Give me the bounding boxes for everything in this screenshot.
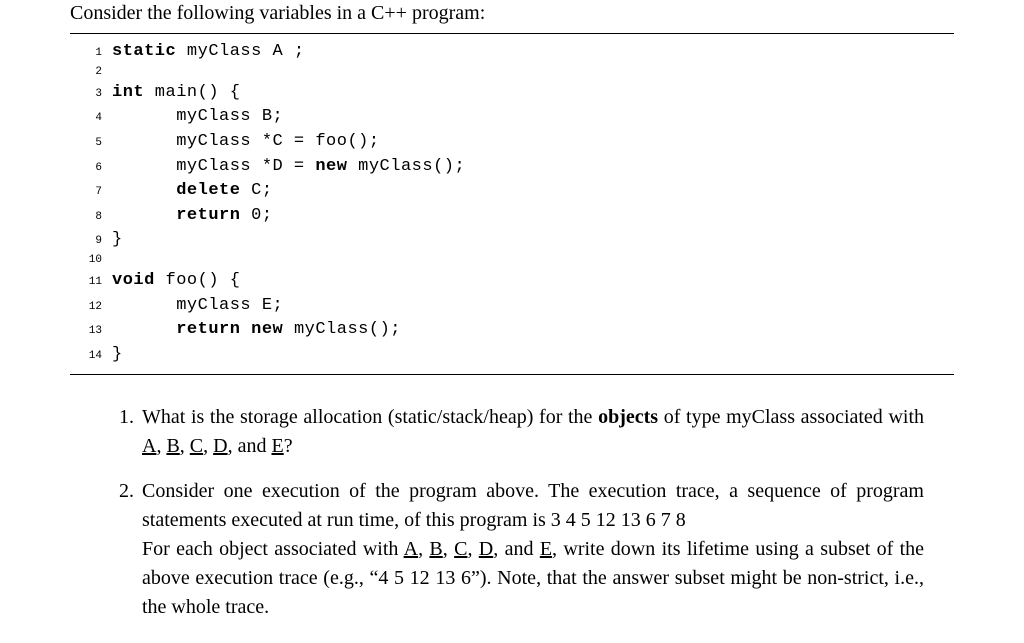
line-number: 2 xyxy=(70,65,112,81)
line-number: 9 xyxy=(70,234,112,250)
page-root: Consider the following variables in a C+… xyxy=(0,2,1024,622)
code-text: myClass *C = foo(); xyxy=(112,130,380,155)
question-number: 2. xyxy=(100,477,142,622)
code-text: return 0; xyxy=(112,204,273,229)
code-text: myClass E; xyxy=(112,294,283,319)
code-line: 13 return new myClass(); xyxy=(70,318,954,343)
code-line: 14 } xyxy=(70,343,954,368)
question-1: 1. What is the storage allocation (stati… xyxy=(100,403,924,461)
code-text: int main() { xyxy=(112,81,240,106)
line-number: 11 xyxy=(70,275,112,291)
line-number: 14 xyxy=(70,349,112,365)
line-number: 10 xyxy=(70,253,112,269)
code-line: 7 delete C; xyxy=(70,179,954,204)
code-line: 3 int main() { xyxy=(70,81,954,106)
intro-text: Consider the following variables in a C+… xyxy=(70,2,954,25)
code-text: myClass *D = new myClass(); xyxy=(112,155,465,180)
question-list: 1. What is the storage allocation (stati… xyxy=(70,403,954,622)
question-body: Consider one execution of the program ab… xyxy=(142,477,924,622)
question-2: 2. Consider one execution of the program… xyxy=(100,477,924,622)
code-text: } xyxy=(112,343,123,368)
code-line: 9 } xyxy=(70,228,954,253)
question-body: What is the storage allocation (static/s… xyxy=(142,403,924,461)
question-number: 1. xyxy=(100,403,142,461)
code-line: 6 myClass *D = new myClass(); xyxy=(70,155,954,180)
line-number: 13 xyxy=(70,324,112,340)
line-number: 5 xyxy=(70,136,112,152)
code-line: 1 static myClass A ; xyxy=(70,40,954,65)
code-line: 2 xyxy=(70,65,954,81)
line-number: 6 xyxy=(70,161,112,177)
line-number: 4 xyxy=(70,111,112,127)
code-text: static myClass A ; xyxy=(112,40,305,65)
line-number: 7 xyxy=(70,185,112,201)
code-line: 8 return 0; xyxy=(70,204,954,229)
code-listing: 1 static myClass A ; 2 3 int main() { 4 … xyxy=(70,33,954,375)
code-text: delete C; xyxy=(112,179,273,204)
code-line: 11 void foo() { xyxy=(70,269,954,294)
code-line: 10 xyxy=(70,253,954,269)
line-number: 12 xyxy=(70,300,112,316)
code-text: } xyxy=(112,228,123,253)
code-line: 5 myClass *C = foo(); xyxy=(70,130,954,155)
line-number: 1 xyxy=(70,46,112,62)
code-text: myClass B; xyxy=(112,105,283,130)
code-line: 12 myClass E; xyxy=(70,294,954,319)
code-text: return new myClass(); xyxy=(112,318,401,343)
code-text: void foo() { xyxy=(112,269,240,294)
line-number: 8 xyxy=(70,210,112,226)
line-number: 3 xyxy=(70,87,112,103)
code-line: 4 myClass B; xyxy=(70,105,954,130)
